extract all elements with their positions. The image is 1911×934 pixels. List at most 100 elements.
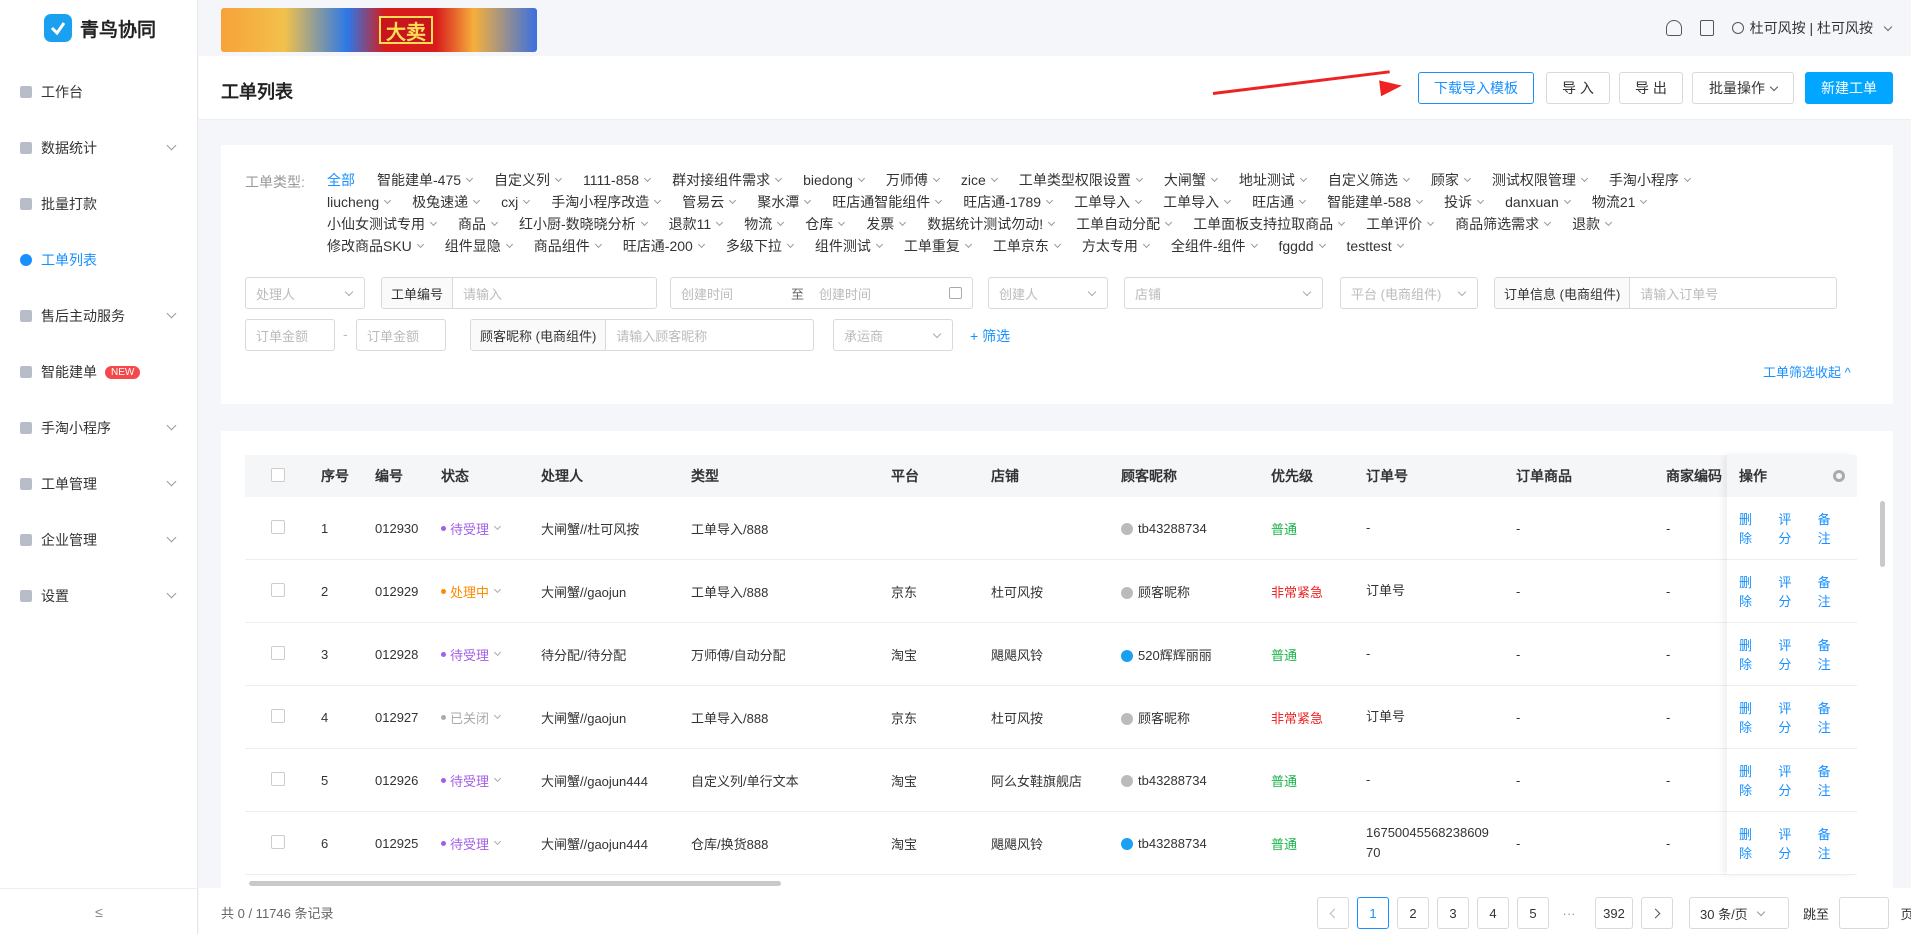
select-all-checkbox[interactable] [271,467,285,482]
ticket-type-tag[interactable]: 聚水潭 [757,192,812,212]
ticket-type-tag[interactable]: 旺店通-200 [623,236,705,256]
note-link[interactable]: 备注 [1818,572,1843,610]
delete-link[interactable]: 删除 [1739,824,1764,862]
ticket-type-tag[interactable]: 手淘小程序 [1609,170,1691,190]
ticket-type-tag[interactable]: 工单京东 [993,236,1061,256]
ticket-type-tag[interactable]: 发票 [866,214,907,234]
sidebar-item-settings[interactable]: 设置 [0,568,197,624]
tag-all[interactable]: 全部 [327,170,355,190]
order-info-field[interactable]: 订单信息 (电商组件) 请输入订单号 [1494,277,1837,309]
table-row[interactable]: 5 012926 待受理 大闸蟹//gaojun444 自定义列/单行文本 淘宝 阿么女鞋旗… [245,749,1857,812]
shop-select[interactable]: 店铺 [1124,277,1323,309]
add-filter-link[interactable]: + 筛选 [970,326,1010,346]
row-checkbox[interactable] [271,834,285,849]
ticket-type-tag[interactable]: 顾家 [1431,170,1471,190]
page-3-button[interactable]: 3 [1437,897,1469,929]
ticket-type-tag[interactable]: 投诉 [1444,192,1485,212]
status-label[interactable]: 处理中 [450,582,489,601]
ticket-type-tag[interactable]: 商品筛选需求 [1455,214,1552,234]
rate-link[interactable]: 评分 [1778,824,1803,862]
ticket-type-tag[interactable]: 退款 [1572,214,1613,234]
table-row[interactable]: 1 012930 待受理 大闸蟹//杜可风按 工单导入/888 tb43288734 普通 -… [245,497,1857,560]
note-link[interactable]: 备注 [1818,635,1843,673]
gear-icon[interactable] [1833,470,1845,482]
sheet-icon[interactable] [1699,20,1714,36]
note-link[interactable]: 备注 [1818,824,1843,862]
ticket-type-tag[interactable]: 数据统计测试勿动! [927,214,1056,234]
sidebar-item-smart-create[interactable]: 智能建单 NEW [0,344,197,400]
ticket-type-tag[interactable]: 旺店通 [1252,192,1307,212]
sidebar-item-enterprise-management[interactable]: 企业管理 [0,512,197,568]
ticket-type-tag[interactable]: 修改商品SKU [327,236,424,256]
jump-page-input[interactable] [1839,897,1889,929]
sidebar-item-taobao-miniapp[interactable]: 手淘小程序 [0,400,197,456]
delete-link[interactable]: 删除 [1739,761,1764,799]
delete-link[interactable]: 删除 [1739,572,1764,610]
page-2-button[interactable]: 2 [1397,897,1429,929]
ticket-type-tag[interactable]: 万师傅 [886,170,940,190]
ticket-type-tag[interactable]: 物流 [744,214,785,234]
sidebar-item-ticket-list[interactable]: 工单列表 [0,232,197,288]
row-checkbox[interactable] [271,645,285,660]
ticket-number-field[interactable]: 工单编号 请输入 [381,277,657,309]
app-logo[interactable]: 青鸟协同 [0,0,197,56]
creator-select[interactable]: 创建人 [988,277,1108,309]
sidebar-item-data-stats[interactable]: 数据统计 [0,120,197,176]
create-ticket-button[interactable]: 新建工单 [1805,72,1893,104]
row-checkbox[interactable] [271,708,285,723]
ticket-type-tag[interactable]: cxj [501,194,531,210]
delete-link[interactable]: 删除 [1739,698,1764,736]
ticket-type-tag[interactable]: 红小厨-数晓晓分析 [519,214,648,234]
row-checkbox[interactable] [271,519,285,534]
ticket-type-tag[interactable]: 多级下拉 [726,236,794,256]
user-menu[interactable]: 杜可风按 | 杜可风按 [1731,18,1893,38]
page-4-button[interactable]: 4 [1477,897,1509,929]
carrier-select[interactable]: 承运商 [833,319,953,351]
export-button[interactable]: 导 出 [1619,72,1683,104]
ticket-type-tag[interactable]: biedong [803,172,865,188]
import-button[interactable]: 导 入 [1546,72,1610,104]
bell-icon[interactable] [1665,20,1682,36]
handler-select[interactable]: 处理人 [245,277,365,309]
page-size-select[interactable]: 30 条/页 [1689,897,1789,929]
ticket-type-tag[interactable]: testtest [1347,238,1404,254]
ticket-type-tag[interactable]: 工单导入 [1074,192,1143,212]
ticket-type-tag[interactable]: liucheng [327,194,392,210]
ticket-type-tag[interactable]: 1111-858 [583,172,652,188]
ticket-type-tag[interactable]: 管易云 [682,192,737,212]
status-label[interactable]: 待受理 [450,834,489,853]
sidebar-item-batch-payment[interactable]: 批量打款 [0,176,197,232]
ticket-type-tag[interactable]: 工单自动分配 [1076,214,1173,234]
rate-link[interactable]: 评分 [1778,509,1803,547]
collapse-sidebar-icon[interactable]: ≤ [0,888,198,934]
row-checkbox[interactable] [271,771,285,786]
ticket-type-tag[interactable]: 小仙女测试专用 [327,214,438,234]
ticket-type-tag[interactable]: 地址测试 [1239,170,1307,190]
ticket-type-tag[interactable]: 工单类型权限设置 [1019,170,1143,190]
table-row[interactable]: 2 012929 处理中 大闸蟹//gaojun 工单导入/888 京东 杜可风按 顾客昵称 非… [245,560,1857,623]
sidebar-item-workbench[interactable]: 工作台 [0,64,197,120]
amount-min-field[interactable]: 订单金额 [245,319,335,351]
ticket-type-tag[interactable]: 物流21 [1592,192,1648,212]
page-1-button[interactable]: 1 [1357,897,1389,929]
ticket-type-tag[interactable]: 旺店通智能组件 [832,192,943,212]
sidebar-item-after-sales-service[interactable]: 售后主动服务 [0,288,197,344]
row-checkbox[interactable] [271,582,285,597]
horizontal-scrollbar[interactable] [249,881,781,886]
page-last-button[interactable]: 392 [1595,897,1633,929]
ticket-type-tag[interactable]: zice [961,172,998,188]
ticket-type-tag[interactable]: 商品 [458,214,499,234]
ticket-type-tag[interactable]: 全组件-组件 [1171,236,1258,256]
ticket-type-tag[interactable]: 商品组件 [534,236,602,256]
table-row[interactable]: 4 012927 已关闭 大闸蟹//gaojun 工单导入/888 京东 杜可风按 顾客昵称 非… [245,686,1857,749]
note-link[interactable]: 备注 [1818,509,1843,547]
ticket-type-tag[interactable]: 仓库 [805,214,846,234]
ticket-type-tag[interactable]: 测试权限管理 [1492,170,1588,190]
promo-banner[interactable]: 大卖 [221,8,537,52]
amount-max-field[interactable]: 订单金额 [356,319,446,351]
ticket-type-tag[interactable]: 群对接组件需求 [672,170,783,190]
ticket-type-tag[interactable]: 智能建单-588 [1327,192,1424,212]
table-row[interactable]: 6 012925 待受理 大闸蟹//gaojun444 仓库/换货888 淘宝 飓飓风铃 tb… [245,812,1857,875]
download-template-button[interactable]: 下载导入模板 [1418,72,1534,104]
customer-nickname-field[interactable]: 顾客昵称 (电商组件) 请输入顾客昵称 [470,319,814,351]
